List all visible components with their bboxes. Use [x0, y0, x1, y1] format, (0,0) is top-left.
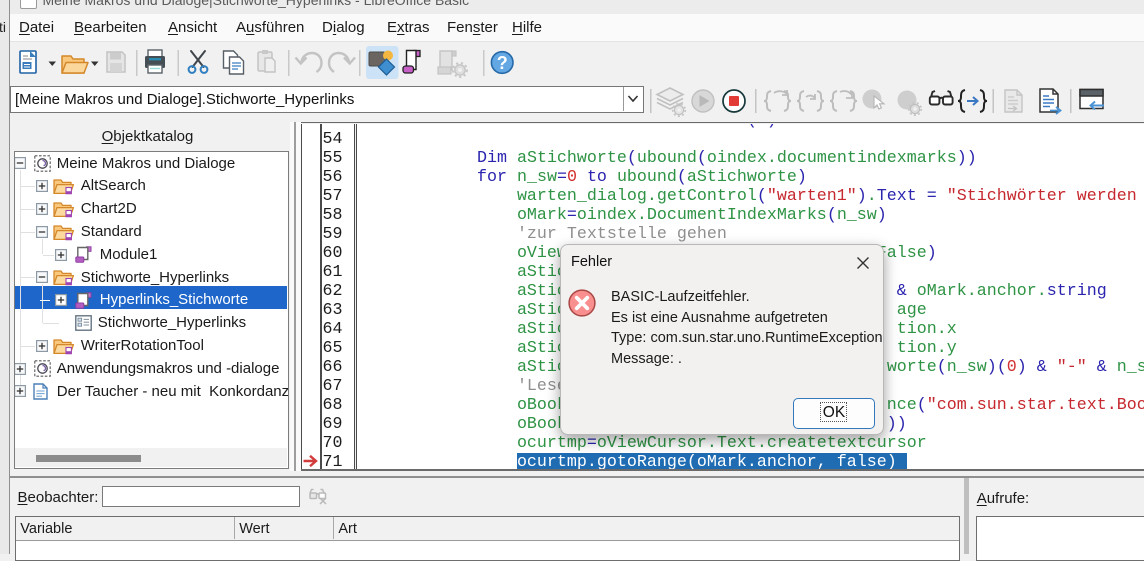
- svg-text:?: ?: [497, 53, 508, 73]
